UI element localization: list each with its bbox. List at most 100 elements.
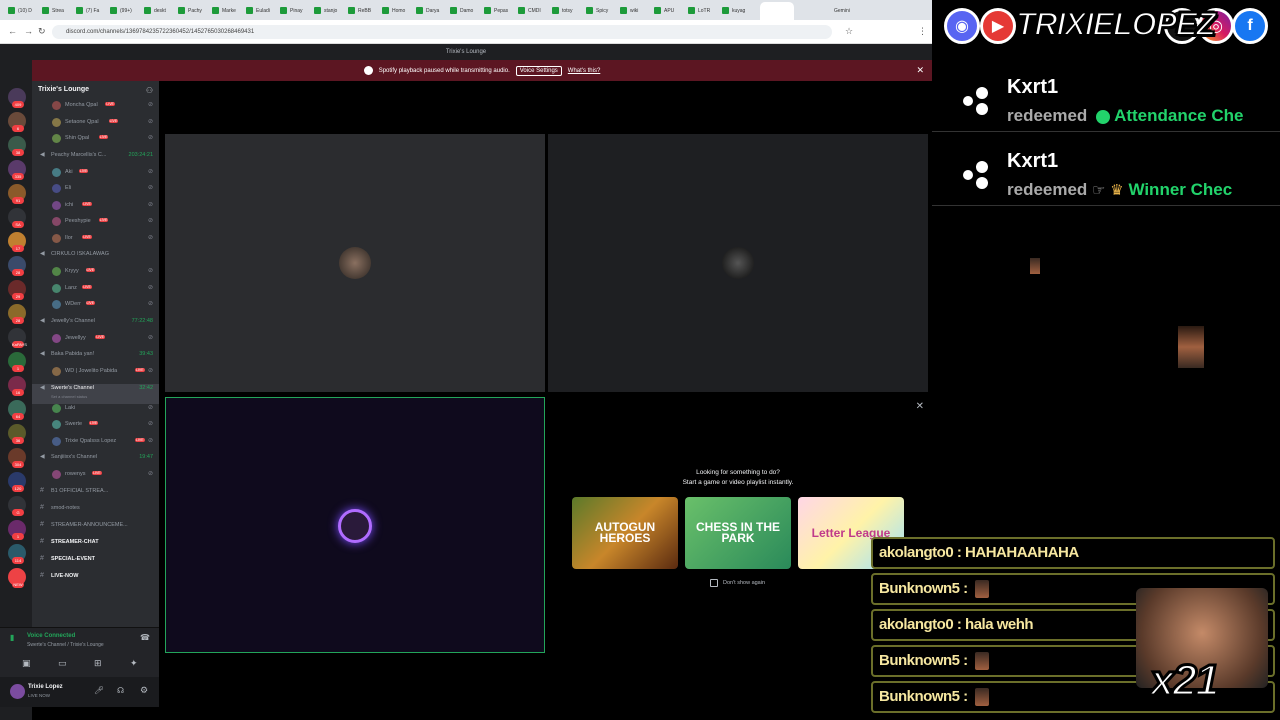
- voice-channel[interactable]: ◀ Baka Pabida yan! 39:43: [32, 350, 159, 367]
- participant-tile[interactable]: [548, 134, 928, 392]
- text-channel[interactable]: # B1 OFFICIAL STREA...: [32, 487, 159, 504]
- bookmark-star-icon[interactable]: ☆: [845, 26, 853, 37]
- forward-icon[interactable]: →: [24, 26, 33, 36]
- mute-icon: ⊘: [147, 102, 153, 108]
- voice-member[interactable]: Laki ⊘: [32, 403, 159, 421]
- text-channel[interactable]: # SPECIAL-EVENT: [32, 555, 159, 572]
- voice-member[interactable]: Jewellyy LIVE ⊘: [32, 333, 159, 351]
- screen-share-icon[interactable]: ▭: [58, 658, 67, 669]
- channel-status[interactable]: Set a channel status: [51, 394, 87, 399]
- microphone-icon[interactable]: 🎤︎: [94, 686, 104, 695]
- game-card-chess[interactable]: CHESS IN THE PARK: [685, 497, 791, 569]
- dont-show-checkbox[interactable]: [710, 579, 718, 587]
- voice-member[interactable]: Trixie Qpalsss Lopez LIVE ⊘: [32, 436, 159, 454]
- voice-member[interactable]: Eli ⊘: [32, 184, 159, 201]
- server-rail: 409 6 38 335 91 SA 17 28 29 28 KaPAYS 1 16 64 36 304 120…: [0, 60, 32, 720]
- voice-member[interactable]: Ilor LIVE ⊘: [32, 233, 159, 251]
- browser-tab[interactable]: Spicy: [586, 3, 618, 18]
- mention-badge: 28: [12, 317, 24, 324]
- browser-tab[interactable]: Euladi: [246, 3, 278, 18]
- voice-member[interactable]: Aki LIVE ⊘: [32, 167, 159, 185]
- browser-tab[interactable]: (10) D: [8, 3, 40, 18]
- browser-tab[interactable]: deskt: [144, 3, 176, 18]
- tab-favicon-icon: [620, 7, 627, 14]
- browser-tab[interactable]: totsy: [552, 3, 584, 18]
- browser-tab[interactable]: LoTR: [688, 3, 720, 18]
- voice-channel[interactable]: ◀ Sanjiiixx's Channel 19:47: [32, 453, 159, 470]
- tab-title: LoTR: [698, 7, 711, 14]
- participant-tile-speaking[interactable]: [165, 397, 545, 653]
- channel-name: LIVE-NOW: [51, 572, 79, 579]
- voice-member[interactable]: Peeshypie LIVE ⊘: [32, 217, 159, 234]
- voice-channel[interactable]: ◀ Swerte's Channel 32:42 Set a channel stat…: [32, 383, 159, 404]
- avatar: [52, 420, 61, 429]
- voice-member[interactable]: rowenys LIVE ⊘: [32, 470, 159, 487]
- close-icon[interactable]: ✕: [916, 65, 924, 76]
- live-badge: LIVE: [98, 218, 109, 222]
- voice-member[interactable]: Moncha Qpal LIVE ⊘: [32, 101, 159, 118]
- tab-title: (10) D: [18, 7, 32, 14]
- disconnect-icon[interactable]: ☎: [140, 633, 150, 642]
- text-channel[interactable]: # STREAMER-ANNOUNCEME...: [32, 521, 159, 538]
- member-name: Lanz: [65, 284, 77, 291]
- mute-icon: ⊘: [147, 284, 153, 291]
- camera-icon[interactable]: ▣: [22, 658, 31, 669]
- back-icon[interactable]: ←: [8, 26, 17, 36]
- voice-location[interactable]: Swerte's Channel / Trixie's Lounge: [27, 642, 104, 648]
- voice-settings-button[interactable]: Voice Settings: [515, 65, 562, 76]
- whats-this-link[interactable]: What's this?: [568, 68, 601, 74]
- voice-member[interactable]: Kryyy LIVE ⊘: [32, 267, 159, 284]
- game-card-autogun[interactable]: AUTOGUN HEROES: [572, 497, 678, 569]
- server-name[interactable]: Trixie's Lounge: [38, 86, 89, 93]
- browser-tab[interactable]: wiki: [620, 3, 652, 18]
- participant-tile[interactable]: [165, 134, 545, 392]
- activities-icon[interactable]: ⊞: [94, 658, 102, 669]
- browser-tab[interactable]: stanjo: [314, 3, 346, 18]
- menu-icon[interactable]: ⋮: [918, 26, 927, 37]
- mute-icon: ⊘: [147, 135, 153, 141]
- tab-title: totsy: [562, 7, 573, 14]
- browser-tab[interactable]: (99+): [110, 3, 142, 18]
- browser-tab[interactable]: Marke: [212, 3, 244, 18]
- voice-member[interactable]: Shin Qpal LIVE ⊘: [32, 134, 159, 151]
- browser-tab[interactable]: Homo: [382, 3, 414, 18]
- browser-tab[interactable]: kuyag: [722, 3, 754, 18]
- avatar: [52, 470, 61, 479]
- browser-tab[interactable]: Strea: [42, 3, 74, 18]
- browser-tab[interactable]: Pepas: [484, 3, 516, 18]
- voice-channel[interactable]: ◀ CIRKULO ISKALAWAG: [32, 250, 159, 267]
- voice-channel[interactable]: ◀ Jewelly's Channel 77:22:48: [32, 317, 159, 334]
- browser-tab[interactable]: APU: [654, 3, 686, 18]
- text-channel[interactable]: # LIVE-NOW: [32, 572, 159, 589]
- voice-member[interactable]: Swerte LIVE ⊘: [32, 420, 159, 437]
- browser-tab-gemini[interactable]: Gemini: [834, 3, 874, 18]
- voice-member[interactable]: WDerr LIVE ⊘: [32, 300, 159, 317]
- text-channel[interactable]: # STREAMER-CHAT: [32, 538, 159, 555]
- browser-tab[interactable]: Pachy: [178, 3, 210, 18]
- discord-icon: ◉: [944, 8, 980, 44]
- voice-member[interactable]: ichi LIVE ⊘: [32, 200, 159, 218]
- reload-icon[interactable]: ↻: [38, 26, 46, 37]
- avatar[interactable]: [10, 684, 25, 699]
- voice-member[interactable]: WD | Jowelito Pabida LIVE ⊘: [32, 367, 159, 384]
- headphones-icon[interactable]: ☊: [117, 686, 124, 695]
- url-field[interactable]: discord.com/channels/1369784235722360452…: [52, 25, 832, 39]
- voice-member[interactable]: Setaone Qpal LIVE ⊘: [32, 117, 159, 135]
- mention-badge: SA: [12, 221, 24, 228]
- voice-member[interactable]: Lanz LIVE ⊘: [32, 283, 159, 301]
- close-icon[interactable]: ✕: [916, 401, 924, 412]
- browser-tab[interactable]: CMDI: [518, 3, 550, 18]
- browser-tab[interactable]: Pinay: [280, 3, 312, 18]
- soundboard-icon[interactable]: ✦: [130, 658, 138, 669]
- text-channel[interactable]: # smod-notes: [32, 504, 159, 521]
- browser-tab-active[interactable]: [760, 2, 794, 20]
- browser-tab[interactable]: Damo: [450, 3, 482, 18]
- channel-name: CIRKULO ISKALAWAG: [51, 251, 109, 257]
- settings-gear-icon[interactable]: ⚙: [140, 685, 148, 696]
- browser-tab[interactable]: Darya: [416, 3, 448, 18]
- add-member-icon[interactable]: ⚇: [146, 86, 153, 95]
- browser-tab[interactable]: ReBB: [348, 3, 380, 18]
- tab-title: Homo: [392, 7, 406, 14]
- browser-tab[interactable]: (7) Fa: [76, 3, 108, 18]
- voice-channel[interactable]: ◀ Peachy Marcellis's C... 203:24:21: [32, 151, 159, 168]
